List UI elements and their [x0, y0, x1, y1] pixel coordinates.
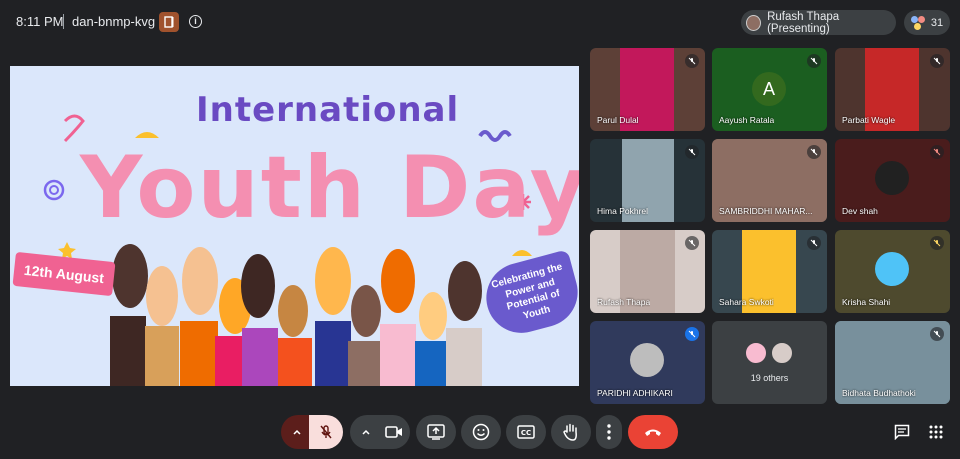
slide-headline: Youth Day	[80, 138, 579, 238]
info-icon[interactable]: i	[189, 15, 202, 28]
participant-name: PARIDHI ADHIKARI	[597, 388, 673, 398]
presenter-label: Rufash Thapa (Presenting)	[767, 10, 840, 35]
speaking-indicator-icon	[685, 327, 699, 341]
chevron-up-icon	[362, 429, 370, 435]
raised-hands-illustration	[110, 244, 482, 386]
raise-hand-icon	[563, 423, 577, 441]
raise-hand-button[interactable]	[551, 415, 591, 449]
avatar	[875, 252, 909, 286]
others-tile[interactable]: 19 others	[712, 321, 827, 404]
leave-call-button[interactable]	[628, 415, 678, 449]
participant-tile[interactable]: Krisha Shahi	[835, 230, 950, 313]
participant-tile[interactable]: Bidhata Budhathoki	[835, 321, 950, 404]
avatar	[875, 161, 909, 195]
participants-button[interactable]: 31	[904, 10, 950, 35]
mic-off-icon	[807, 54, 821, 68]
mic-off-icon	[807, 145, 821, 159]
camera-toggle-button[interactable]	[378, 415, 410, 449]
participant-name: SAMBRIDDHI MAHAR...	[719, 206, 813, 216]
presenting-chip[interactable]: Rufash Thapa (Presenting)	[741, 10, 896, 35]
reactions-button[interactable]	[461, 415, 501, 449]
present-button[interactable]	[416, 415, 456, 449]
mic-off-icon	[930, 327, 944, 341]
end-call-icon	[645, 429, 661, 436]
participant-tile[interactable]: Sahara Swkoti	[712, 230, 827, 313]
participant-tile[interactable]: SAMBRIDDHI MAHAR...	[712, 139, 827, 222]
call-controls: CC	[0, 410, 960, 454]
chat-button[interactable]	[892, 422, 912, 442]
chat-icon	[894, 424, 910, 440]
captions-button[interactable]: CC	[506, 415, 546, 449]
mic-off-icon	[685, 145, 699, 159]
chevron-up-icon	[293, 429, 301, 435]
avatar	[630, 343, 664, 377]
emoji-icon	[472, 423, 490, 441]
more-options-button[interactable]	[596, 415, 622, 449]
participant-name: Dev shah	[842, 206, 878, 216]
participant-name: Parbati Wagle	[842, 115, 896, 125]
mic-toggle-button[interactable]	[309, 415, 343, 449]
avatar: A	[752, 72, 786, 106]
slide-title: International	[196, 90, 460, 130]
mic-off-icon	[685, 54, 699, 68]
more-icon	[607, 424, 611, 440]
top-bar: 8:11 PM dan-bnmp-kvg i Rufash Thapa (Pre…	[0, 0, 960, 44]
others-count: 19 others	[750, 373, 789, 383]
participant-tile[interactable]: Dev shah	[835, 139, 950, 222]
avatar	[744, 341, 768, 365]
svg-text:CC: CC	[521, 429, 531, 437]
mic-off-icon	[930, 236, 944, 250]
present-icon	[427, 424, 445, 440]
captions-icon: CC	[517, 425, 535, 439]
divider	[63, 14, 64, 29]
people-icon	[910, 15, 925, 30]
participant-name: Hima Pokhrel	[597, 206, 649, 216]
participant-name: Aayush Ratala	[719, 115, 775, 125]
participant-tile[interactable]: Parbati Wagle	[835, 48, 950, 131]
avatar	[770, 341, 794, 365]
mic-off-icon	[685, 236, 699, 250]
meeting-code: dan-bnmp-kvg	[72, 14, 156, 29]
participant-name: Parul Dulal	[597, 115, 639, 125]
participant-name: Bidhata Budhathoki	[842, 388, 916, 398]
participant-tile[interactable]: Parul Dulal	[590, 48, 705, 131]
participant-name: Sahara Swkoti	[719, 297, 774, 307]
mic-off-icon	[320, 425, 332, 439]
mic-off-icon	[807, 236, 821, 250]
participant-name: Rufash Thapa	[597, 297, 651, 307]
door-icon[interactable]	[159, 12, 179, 32]
presenter-avatar	[746, 14, 762, 31]
activities-button[interactable]	[926, 422, 946, 442]
mic-off-icon	[930, 54, 944, 68]
participant-tile[interactable]: Hima Pokhrel	[590, 139, 705, 222]
participant-tile[interactable]: PARIDHI ADHIKARI	[590, 321, 705, 404]
participant-name: Krisha Shahi	[842, 297, 891, 307]
clock: 8:11 PM	[16, 14, 64, 29]
mic-off-icon	[930, 145, 944, 159]
participant-count: 31	[930, 16, 944, 29]
camera-icon	[385, 426, 402, 438]
activities-icon	[929, 425, 943, 439]
participant-tile[interactable]: A Aayush Ratala	[712, 48, 827, 131]
participant-tile[interactable]: Rufash Thapa	[590, 230, 705, 313]
shared-screen[interactable]: International Youth Day 12th August Cele…	[10, 66, 579, 386]
